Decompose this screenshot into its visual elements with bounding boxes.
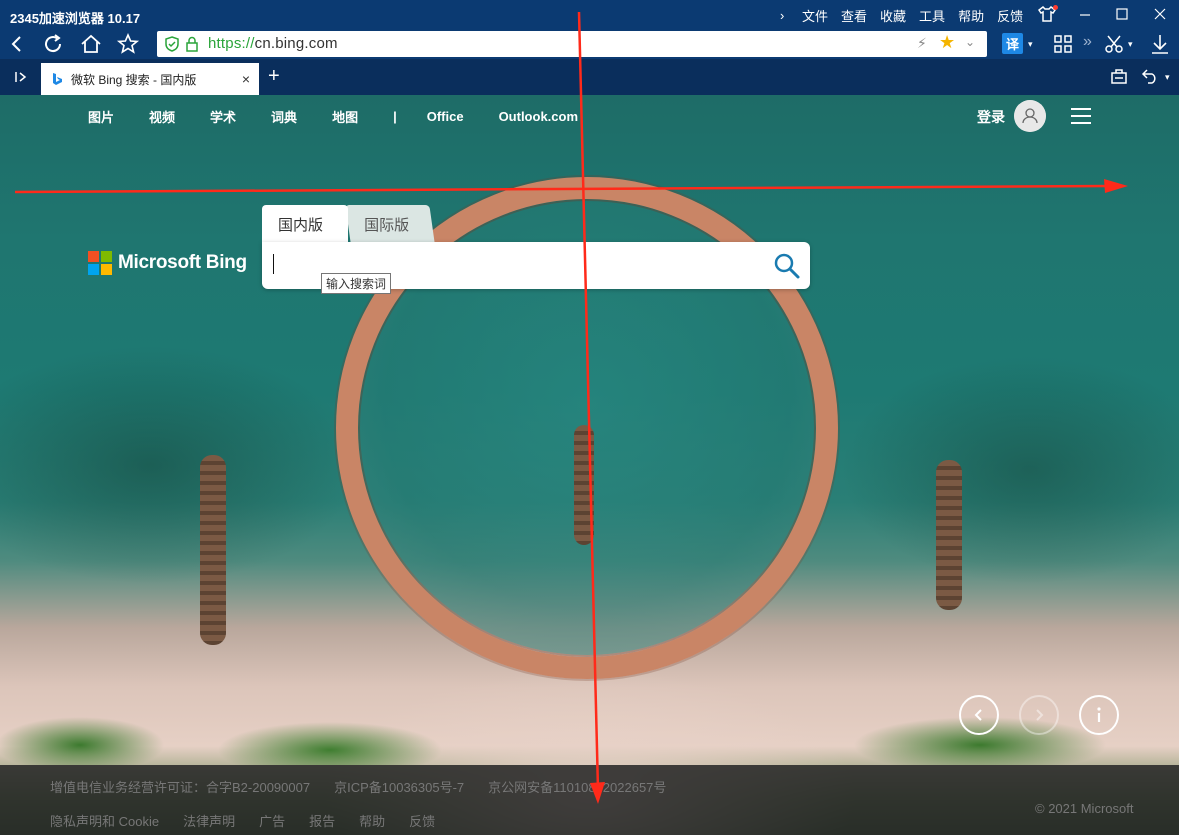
menu-help[interactable]: 帮助 [958, 6, 984, 25]
translate-button[interactable]: 译 [1002, 33, 1023, 54]
footer-legal[interactable]: 法律声明 [183, 811, 235, 830]
prev-image-button[interactable] [959, 695, 999, 735]
undo-close-tab-icon[interactable] [1141, 67, 1159, 85]
footer-feedback[interactable]: 反馈 [409, 811, 435, 830]
search-tooltip: 输入搜索词 [321, 273, 392, 294]
footer-public-security[interactable]: 京公网安备11010802022657号 [488, 777, 666, 796]
nav-office[interactable]: Office [427, 109, 464, 124]
logo-square-yellow [101, 264, 112, 275]
new-tab-button[interactable]: + [268, 65, 280, 88]
footer-ads[interactable]: 广告 [259, 811, 285, 830]
image-info-button[interactable] [1079, 695, 1119, 735]
menu-view[interactable]: 查看 [841, 6, 867, 25]
browser-chrome: 2345加速浏览器 10.17 › 文件 查看 收藏 工具 帮助 反馈 http… [0, 0, 1179, 95]
maximize-icon[interactable] [1111, 4, 1133, 24]
sea-shade-right [840, 355, 1179, 585]
back-icon[interactable] [5, 32, 29, 56]
lock-icon [186, 36, 198, 52]
bing-homepage: 图片 视频 学术 词典 地图 | Office Outlook.com 登录 M… [0, 95, 1179, 835]
nav-outlook[interactable]: Outlook.com [499, 109, 578, 124]
footer-privacy[interactable]: 隐私声明和 Cookie [50, 811, 159, 830]
footer-links-row: 隐私声明和 Cookie 法律声明 广告 报告 帮助 反馈 [50, 811, 459, 830]
chevron-right-icon [1036, 709, 1044, 721]
footer-license[interactable]: 增值电信业务经营许可证：合字B2-20090007 [50, 777, 310, 796]
more-tools-icon[interactable]: » [1083, 33, 1092, 51]
footer-license-row: 增值电信业务经营许可证：合字B2-20090007 京ICP备10036305号… [50, 777, 690, 796]
lightning-icon[interactable]: ⚡ [917, 35, 927, 52]
rock-groyne-center [574, 425, 594, 545]
logo-square-green [101, 251, 112, 262]
tab-international-label: 国际版 [364, 216, 410, 234]
nav-toolbar: https://cn.bing.com ⚡ ★ ⌄ 译 ▾ » ▾ [0, 29, 1179, 59]
next-image-button[interactable] [1019, 695, 1059, 735]
translate-caret-icon[interactable]: ▾ [1028, 39, 1033, 50]
url-text[interactable]: https://cn.bing.com [208, 35, 338, 52]
address-bar[interactable]: https://cn.bing.com ⚡ ★ ⌄ [157, 31, 987, 57]
security-shield-icon [165, 36, 179, 52]
dropdown-chevron-icon[interactable]: ⌄ [965, 35, 975, 49]
info-icon [1097, 707, 1101, 722]
undo-caret-icon[interactable]: ▾ [1165, 72, 1170, 83]
sidebar-toggle-icon[interactable] [13, 69, 29, 85]
menu-feedback[interactable]: 反馈 [997, 6, 1023, 25]
title-bar: 2345加速浏览器 10.17 › 文件 查看 收藏 工具 帮助 反馈 [0, 0, 1179, 29]
logo-square-blue [88, 264, 99, 275]
bing-favicon-icon [53, 73, 62, 85]
tab-close-icon[interactable]: × [237, 71, 255, 87]
favorite-star-icon[interactable] [116, 32, 140, 56]
nav-videos[interactable]: 视频 [149, 107, 175, 126]
apps-grid-icon[interactable] [1051, 32, 1075, 56]
nav-dictionary[interactable]: 词典 [271, 107, 297, 126]
tab-bing[interactable]: 微软 Bing 搜索 - 国内版 × [41, 63, 259, 95]
microsoft-squares-icon [88, 251, 112, 275]
close-window-icon[interactable] [1149, 4, 1171, 24]
menu-tools[interactable]: 工具 [919, 6, 945, 25]
footer: 增值电信业务经营许可证：合字B2-20090007 京ICP备10036305号… [0, 765, 1179, 835]
avatar-icon[interactable] [1014, 100, 1046, 132]
tab-bar: 微软 Bing 搜索 - 国内版 × + ▾ [0, 59, 1179, 95]
bing-logo[interactable]: Microsoft Bing [88, 251, 247, 275]
screenshot-icon[interactable] [1110, 67, 1128, 85]
login-link[interactable]: 登录 [977, 107, 1005, 127]
footer-icp[interactable]: 京ICP备10036305号-7 [334, 777, 464, 796]
logo-square-red [88, 251, 99, 262]
hamburger-menu-icon[interactable] [1071, 108, 1091, 124]
footer-report[interactable]: 报告 [309, 811, 335, 830]
text-cursor [273, 254, 274, 274]
tab-domestic[interactable]: 国内版 [262, 205, 348, 243]
scissors-icon[interactable] [1102, 32, 1126, 56]
rock-groyne-right [936, 460, 962, 610]
nav-maps[interactable]: 地图 [332, 107, 358, 126]
sea-shade-left [0, 345, 360, 585]
download-icon[interactable] [1148, 32, 1172, 56]
tab-international[interactable]: 国际版 [345, 205, 435, 243]
home-icon[interactable] [79, 32, 103, 56]
nav-images[interactable]: 图片 [88, 107, 114, 126]
menu-bar: › 文件 查看 收藏 工具 帮助 反馈 [780, 6, 1036, 25]
bing-top-nav: 图片 视频 学术 词典 地图 | Office Outlook.com [88, 107, 613, 126]
url-host: cn.bing.com [254, 35, 338, 52]
logo-text: Microsoft Bing [118, 252, 247, 273]
rock-groyne-left [200, 455, 226, 645]
bookmark-star-icon[interactable]: ★ [939, 32, 955, 53]
scissors-caret-icon[interactable]: ▾ [1128, 39, 1133, 50]
footer-help[interactable]: 帮助 [359, 811, 385, 830]
copyright: © 2021 Microsoft [1035, 801, 1134, 816]
minimize-icon[interactable] [1074, 4, 1096, 24]
tab-title: 微软 Bing 搜索 - 国内版 [71, 72, 197, 87]
shore-greenery [0, 695, 1179, 765]
url-protocol: https:// [208, 35, 255, 52]
chevron-left-icon [974, 709, 982, 721]
search-icon[interactable] [772, 251, 802, 281]
menu-chevron-icon[interactable]: › [780, 8, 794, 23]
menu-file[interactable]: 文件 [802, 6, 828, 25]
app-title: 2345加速浏览器 10.17 [10, 11, 141, 26]
menu-favorites[interactable]: 收藏 [880, 6, 906, 25]
tab-domestic-label: 国内版 [278, 216, 324, 234]
notification-dot [1053, 5, 1058, 10]
nav-academic[interactable]: 学术 [210, 107, 236, 126]
refresh-icon[interactable] [41, 32, 65, 56]
nav-separator: | [393, 109, 397, 124]
